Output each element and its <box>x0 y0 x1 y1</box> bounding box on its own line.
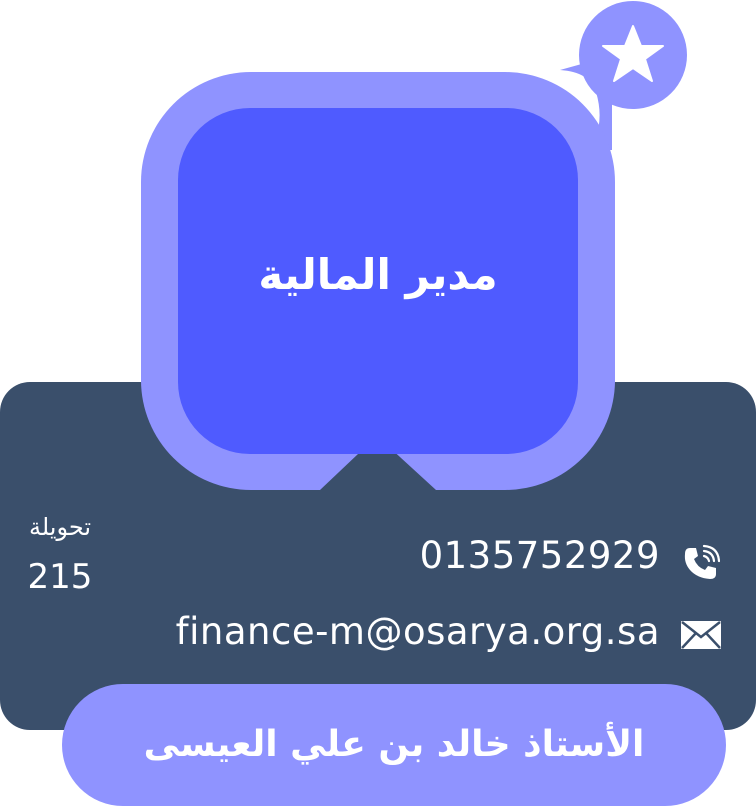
contact-card: مدير المالية تحويلة 215 0135752929 finan… <box>0 0 756 810</box>
extension-number: 215 <box>27 557 93 597</box>
name-pill: الأستاذ خالد بن علي العيسى <box>62 684 726 806</box>
person-name: الأستاذ خالد بن علي العيسى <box>143 724 645 765</box>
phone-icon <box>684 544 720 579</box>
envelope-icon <box>681 621 721 649</box>
phone-number[interactable]: 0135752929 <box>420 532 660 580</box>
extension-label: تحويلة <box>28 513 92 541</box>
job-title: مدير المالية <box>258 250 498 299</box>
star-icon <box>602 25 664 82</box>
email-address[interactable]: finance-m@osarya.org.sa <box>176 608 660 656</box>
